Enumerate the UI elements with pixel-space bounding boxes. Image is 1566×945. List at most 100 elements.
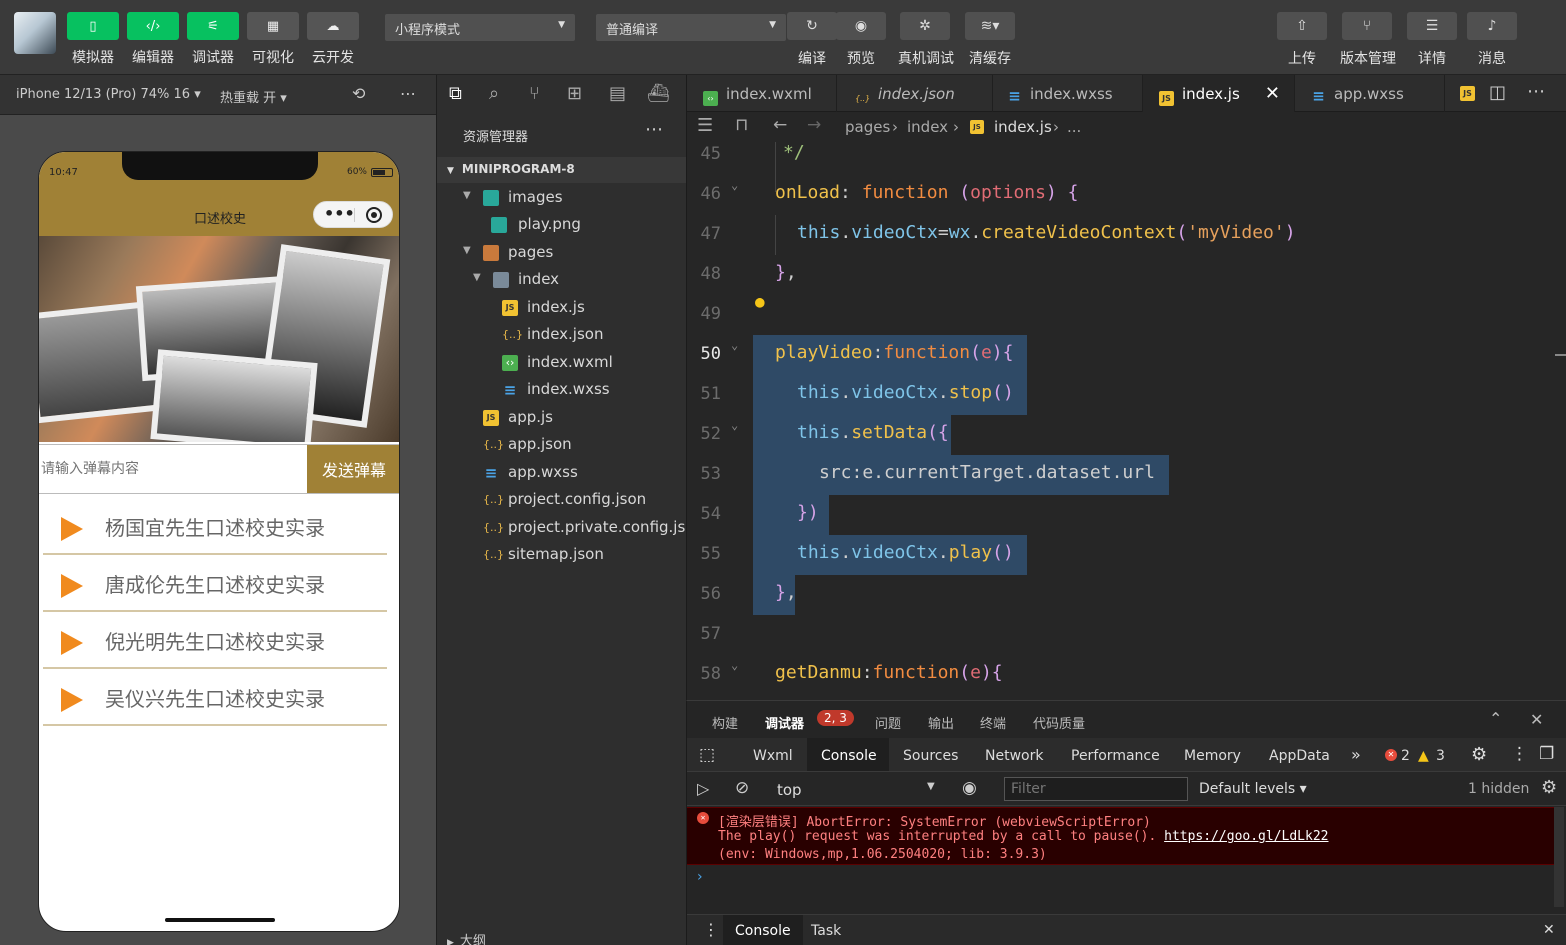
compile-button[interactable]: ↻ 编译 [785,12,839,68]
messages-button[interactable]: ♪ 消息 [1465,12,1519,68]
gear-icon[interactable]: ⚙ [1471,744,1487,765]
context-select[interactable]: top [777,781,802,799]
back-icon[interactable]: ← [773,115,787,135]
chevron-up-icon[interactable]: ⌃ [1489,709,1502,728]
chevron-down-icon[interactable]: ▼ [927,781,935,792]
code-area[interactable]: 45 46 47 48 49 50 51 52 53 54 55 56 57 5… [687,142,1566,700]
outline-section[interactable]: ▶ 大纲 [447,930,486,945]
danmu-input[interactable] [39,447,305,491]
error-link[interactable]: https://goo.gl/LdLk22 [1164,829,1328,844]
compile-select[interactable]: 普通编译 ▼ [596,14,786,41]
inspect-icon[interactable]: ⬚ [699,745,715,765]
breadcrumb-item[interactable]: index [907,118,948,136]
tab-problems[interactable]: 问题 [875,713,901,732]
files-icon[interactable]: ⧉ [449,83,462,104]
search-icon[interactable]: ⌕ [489,83,499,104]
tab-terminal[interactable]: 终端 [980,713,1006,732]
debugger-toggle[interactable]: ⚟ 调试器 [186,12,240,70]
details-button[interactable]: ☰ 详情 [1405,12,1459,68]
warning-count[interactable]: 3 [1436,748,1445,764]
console-prompt-icon[interactable]: › [697,869,703,885]
console-scrollbar[interactable] [1554,807,1564,907]
close-icon[interactable]: ✕ [1543,922,1555,938]
tab-network[interactable]: Network [985,748,1043,764]
hot-reload-select[interactable]: 热重载 开 ▾ [220,87,287,106]
send-danmu-button[interactable]: 发送弹幕 [307,445,399,493]
menu-capsule[interactable]: ••• [313,201,393,228]
bookmark-icon[interactable]: ⊓ [735,115,748,135]
source-control-icon[interactable]: ⑂ [529,83,540,104]
list-icon[interactable]: ☰ [697,115,713,136]
tree-file[interactable]: {..} project.config.json [437,487,687,514]
tab-debugger[interactable]: 调试器 [765,713,804,732]
more-dots-icon[interactable]: ••• [324,204,355,223]
mode-select[interactable]: 小程序模式 ▼ [385,14,575,41]
tab-memory[interactable]: Memory [1184,748,1241,764]
version-button[interactable]: ⑂ 版本管理 [1340,12,1396,68]
rotate-icon[interactable]: ⟲ [352,84,365,103]
device-select[interactable]: iPhone 12/13 (Pro) 74% 16 ▾ [16,87,201,102]
visual-toggle[interactable]: ▦ 可视化 [246,12,300,70]
tree-file[interactable]: ≡ index.wxss [437,377,687,404]
tree-file[interactable]: {..} sitemap.json [437,542,687,569]
levels-select[interactable]: Default levels ▾ [1199,781,1307,797]
video-list-item[interactable]: 杨国宜先生口述校史实录 [43,498,387,555]
simulator-toggle[interactable]: ▯ 模拟器 [66,12,120,70]
tab-appdata[interactable]: AppData [1269,748,1330,764]
tab-index-wxml[interactable]: ‹› index.wxml [687,75,837,112]
forward-icon[interactable]: → [807,115,821,135]
tab-app-wxss[interactable]: ≡ app.wxss [1295,75,1445,112]
remote-debug-button[interactable]: ✲ 真机调试 [898,12,954,68]
dock-icon[interactable]: ❐ [1539,744,1554,764]
breadcrumb-item[interactable]: index.js [994,118,1052,136]
storage-icon[interactable]: ▤ [609,83,626,104]
tab-performance[interactable]: Performance [1071,748,1160,764]
tree-file[interactable]: JS index.js [437,295,687,322]
kebab-icon[interactable]: ⋮ [703,920,719,939]
fold-chevron-icon[interactable]: ⌄ [731,418,738,432]
editor-toggle[interactable]: ‹/› 编辑器 [126,12,180,70]
tab-sources[interactable]: Sources [903,748,958,764]
tree-file[interactable]: ≡ app.wxss [437,460,687,487]
tab-index-wxss[interactable]: ≡ index.wxss [993,75,1143,112]
tree-file[interactable]: play.png [437,212,687,239]
preview-button[interactable]: ◉ 预览 [834,12,888,68]
lightbulb-icon[interactable]: ● [755,292,765,311]
more-icon[interactable]: ⋯ [1527,81,1545,102]
upload-button[interactable]: ⇧ 上传 [1275,12,1329,68]
tree-file[interactable]: {..} index.json [437,322,687,349]
more-icon[interactable]: ⋯ [400,84,416,103]
more-icon[interactable]: ⋯ [645,119,663,140]
cloud-toggle[interactable]: ☁ 云开发 [306,12,360,70]
eye-icon[interactable]: ◉ [962,778,977,798]
breadcrumb-item[interactable]: ... [1067,118,1081,136]
tab-console[interactable]: Console [807,738,889,771]
tree-folder-pages[interactable]: ▼ pages [437,240,687,267]
tree-file[interactable]: {..} project.private.config.js... [437,515,687,542]
fold-chevron-icon[interactable]: ⌄ [731,338,738,352]
tab-code-quality[interactable]: 代码质量 [1033,713,1085,732]
tree-file[interactable]: ‹› index.wxml [437,350,687,377]
extensions-icon[interactable]: ⊞ [567,83,582,104]
video-list-item[interactable]: 唐成伦先生口述校史实录 [43,555,387,612]
clear-cache-button[interactable]: ≋▾ 清缓存 [963,12,1017,68]
drawer-tab-task[interactable]: Task [811,923,841,939]
sidebar-toggle-icon[interactable]: ▷ [697,779,709,798]
close-mini-icon[interactable] [366,207,382,223]
tree-folder-images[interactable]: ▼ images [437,185,687,212]
kebab-icon[interactable]: ⋮ [1511,744,1528,764]
video-list-item[interactable]: 吴仪兴先生口述校史实录 [43,669,387,726]
tree-folder-index[interactable]: ▼ index [437,267,687,294]
tab-index-js[interactable]: JS index.js ✕ [1143,75,1295,112]
project-root[interactable]: ▼ MINIPROGRAM-8 [437,157,687,183]
more-tabs-icon[interactable]: » [1351,745,1361,764]
filter-input[interactable] [1004,777,1188,801]
drawer-tab-console[interactable]: Console [723,915,803,945]
split-editor-icon[interactable]: ◫ [1489,82,1506,103]
tree-file[interactable]: {..} app.json [437,432,687,459]
clear-console-icon[interactable]: ⊘ [735,778,749,798]
video-list-item[interactable]: 倪光明先生口述校史实录 [43,612,387,669]
error-count[interactable]: 2 [1401,748,1410,764]
user-avatar[interactable] [14,12,56,54]
tab-output[interactable]: 输出 [928,713,954,732]
